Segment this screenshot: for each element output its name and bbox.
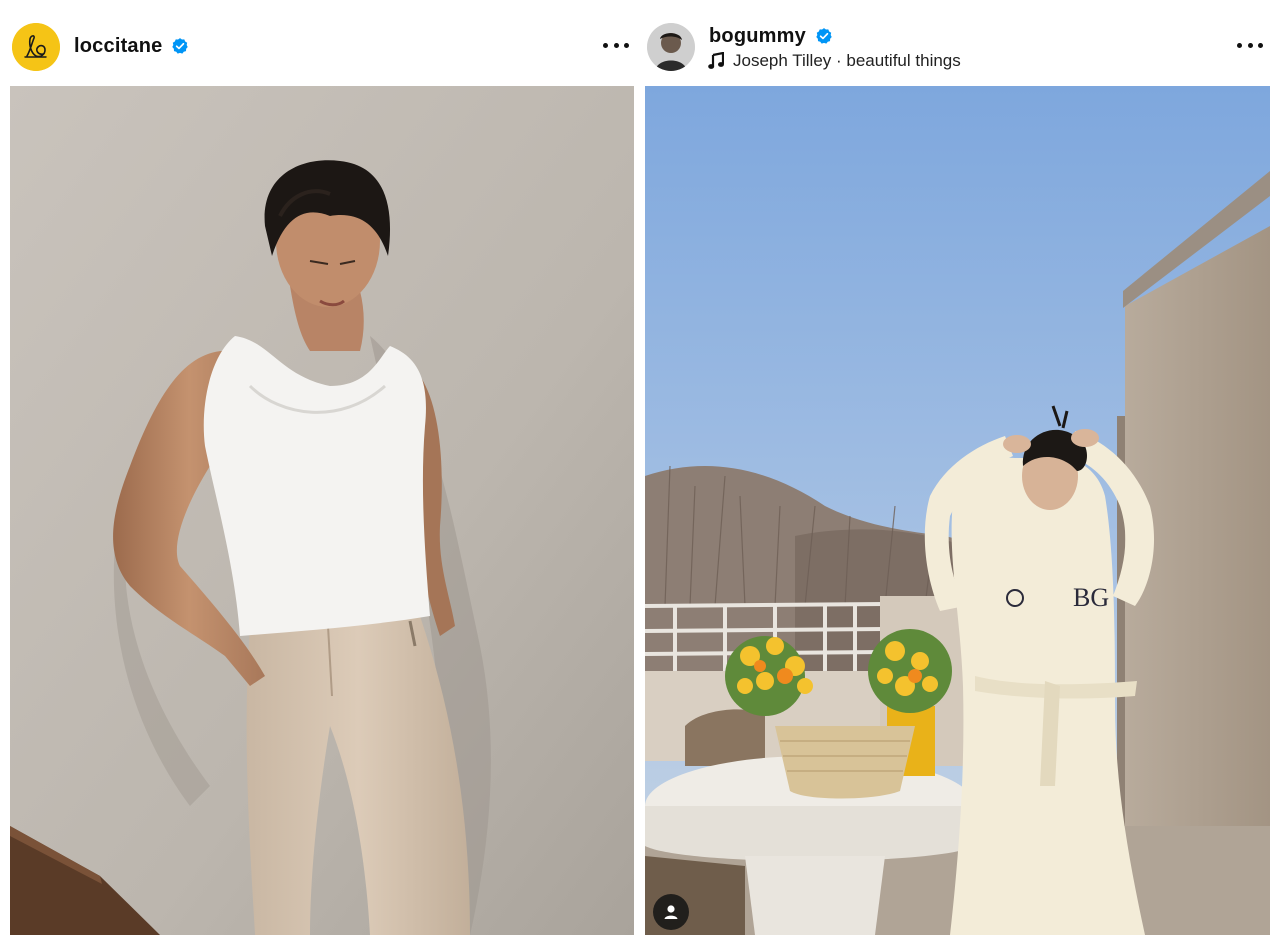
- post-photo[interactable]: [10, 86, 634, 935]
- post-header: bogummy Joseph Tilley · beautiful things: [640, 0, 1280, 86]
- username[interactable]: bogummy: [709, 24, 806, 48]
- profile-photo-icon[interactable]: [647, 23, 695, 71]
- username[interactable]: loccitane: [74, 34, 163, 58]
- music-track: beautiful things: [846, 51, 961, 70]
- loccitane-logo-icon[interactable]: [12, 23, 60, 71]
- verified-badge-icon: [816, 28, 832, 44]
- more-options-icon[interactable]: [1237, 41, 1263, 49]
- verified-badge-icon: [172, 38, 188, 54]
- music-note-icon: [708, 52, 724, 69]
- robe-monogram: BG: [1073, 583, 1109, 612]
- more-options-icon[interactable]: [603, 41, 629, 49]
- post-bogummy: bogummy Joseph Tilley · beautiful things: [640, 0, 1280, 935]
- music-artist: Joseph Tilley: [733, 51, 832, 70]
- music-info[interactable]: Joseph Tilley · beautiful things: [708, 51, 961, 71]
- post-loccitane: loccitane: [0, 0, 640, 935]
- music-separator: ·: [831, 51, 847, 70]
- post-header: loccitane: [0, 0, 640, 86]
- post-photo[interactable]: BG: [645, 86, 1270, 935]
- user-tag-icon[interactable]: [653, 894, 689, 930]
